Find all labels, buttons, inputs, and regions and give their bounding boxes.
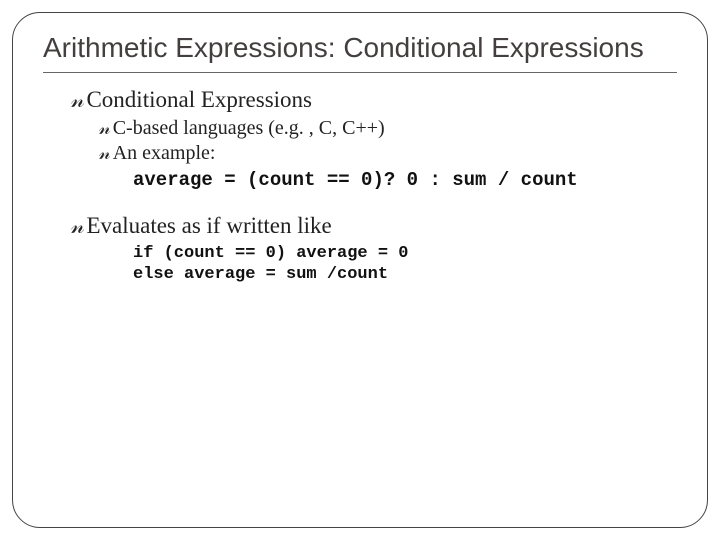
bullet-conditional-expressions: 𝓃Conditional Expressions xyxy=(71,87,677,113)
slide-title: Arithmetic Expressions: Conditional Expr… xyxy=(43,31,677,64)
bullet-an-example: 𝓃An example: xyxy=(99,142,677,165)
title-underline xyxy=(43,72,677,73)
bullet-evaluates-as: 𝓃Evaluates as if written like xyxy=(71,213,677,239)
bullet-icon: 𝓃 xyxy=(71,214,84,239)
bullet-text: C-based languages (e.g. , C, C++) xyxy=(113,117,385,139)
slide-frame: Arithmetic Expressions: Conditional Expr… xyxy=(12,12,708,528)
code-line-2: else average = sum /count xyxy=(133,265,388,284)
bullet-text: Evaluates as if written like xyxy=(86,213,331,238)
bullet-text: Conditional Expressions xyxy=(86,87,312,112)
bullet-icon: 𝓃 xyxy=(99,118,111,140)
code-ternary-example: average = (count == 0)? 0 : sum / count xyxy=(133,169,677,191)
bullet-text: An example: xyxy=(113,142,216,164)
bullet-icon: 𝓃 xyxy=(99,143,111,165)
code-if-else-equivalent: if (count == 0) average = 0 else average… xyxy=(133,243,677,286)
bullet-c-based-languages: 𝓃C-based languages (e.g. , C, C++) xyxy=(99,117,677,140)
code-line-1: if (count == 0) average = 0 xyxy=(133,244,408,263)
bullet-icon: 𝓃 xyxy=(71,88,84,113)
